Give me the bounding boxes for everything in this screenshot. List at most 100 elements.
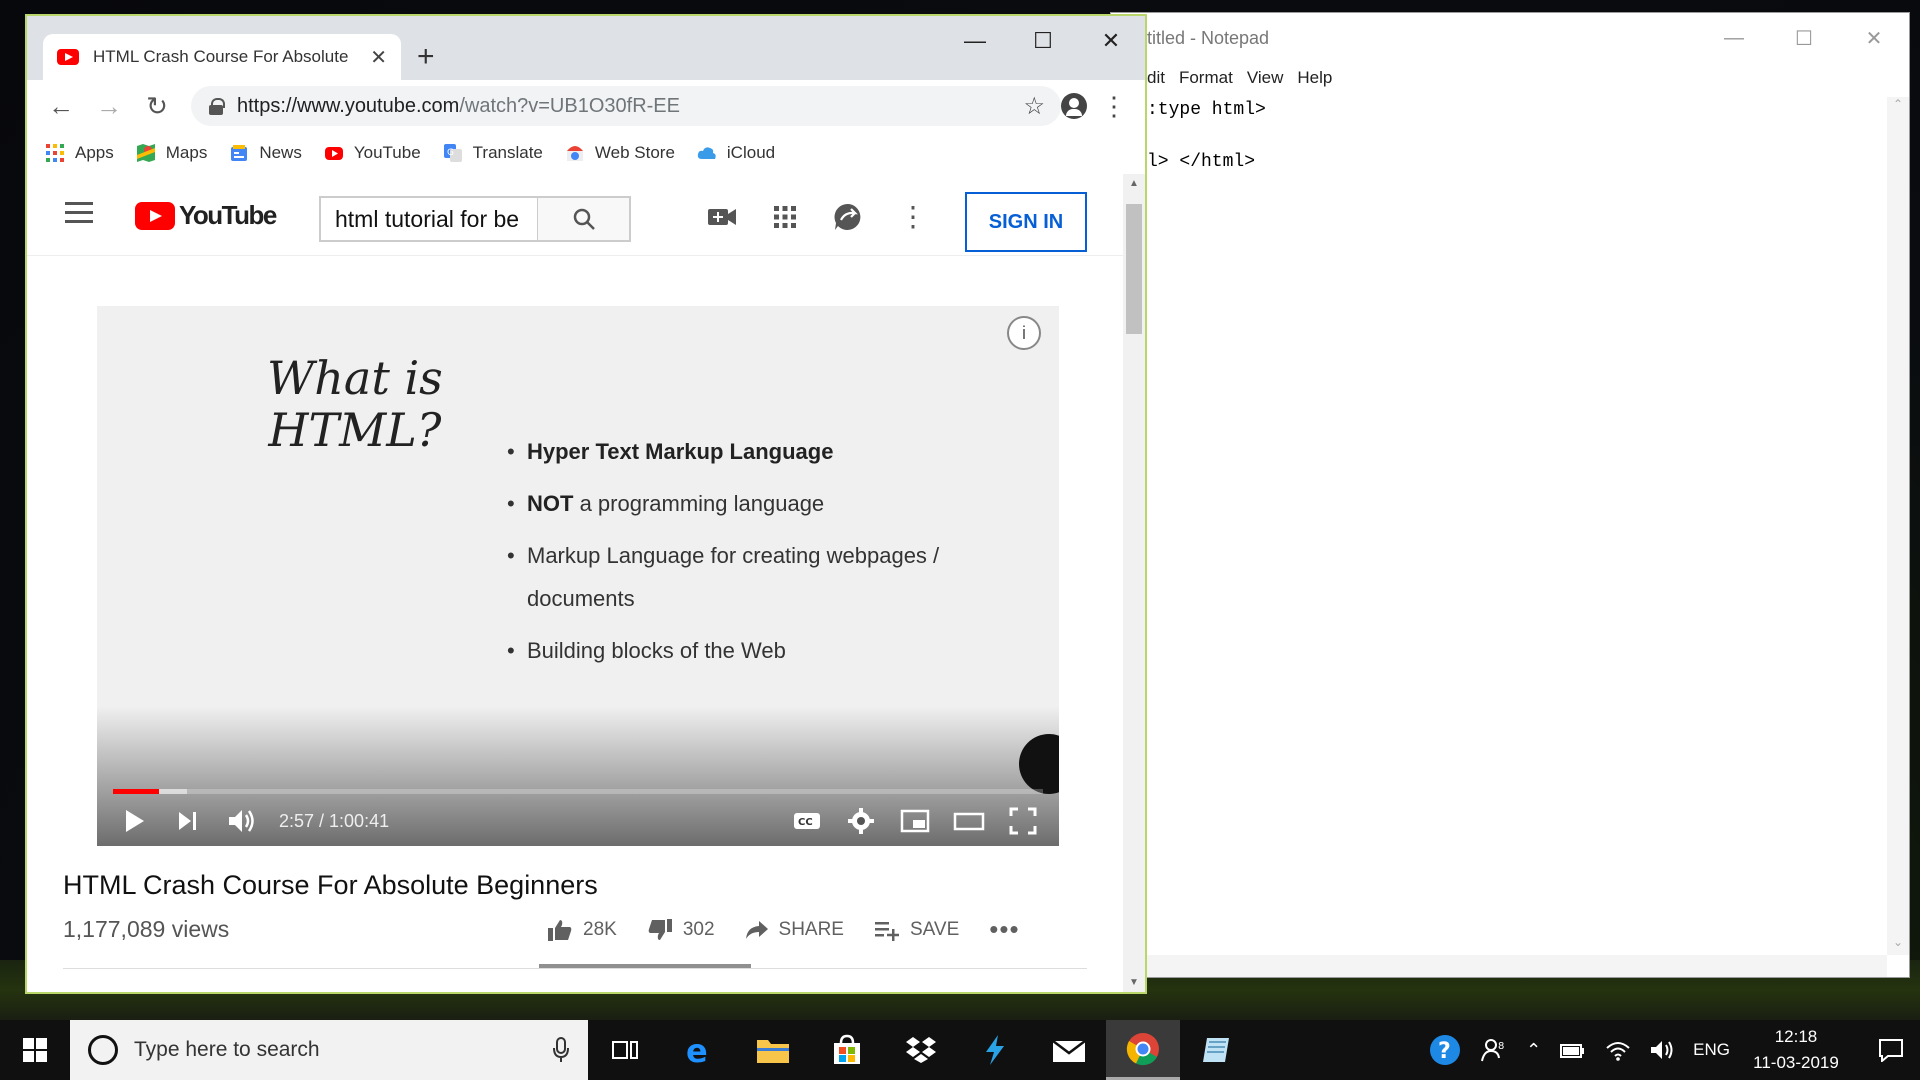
lightning-app-icon bbox=[986, 1035, 1004, 1065]
bookmark-label: iCloud bbox=[726, 143, 776, 162]
bookmark-news[interactable]: News bbox=[229, 143, 302, 163]
notepad-vertical-scrollbar[interactable]: ⌃ ⌄ bbox=[1887, 97, 1909, 955]
taskbar-store[interactable] bbox=[810, 1020, 884, 1080]
save-button[interactable]: SAVE bbox=[874, 919, 959, 941]
time-display: 2:57 / 1:00:41 bbox=[279, 810, 390, 831]
taskbar-dropbox[interactable] bbox=[884, 1020, 958, 1080]
taskbar-notepad[interactable] bbox=[1180, 1020, 1254, 1080]
taskbar-file-explorer[interactable] bbox=[736, 1020, 810, 1080]
back-arrow-icon[interactable]: ← bbox=[37, 86, 85, 126]
divider bbox=[63, 968, 1087, 969]
apps-grid-icon[interactable] bbox=[773, 205, 797, 229]
close-button[interactable]: ✕ bbox=[1077, 16, 1145, 66]
scroll-down-icon[interactable]: ▼ bbox=[1123, 977, 1145, 988]
miniplayer-icon[interactable] bbox=[899, 805, 931, 837]
bookmark-youtube[interactable]: YouTube bbox=[324, 143, 421, 163]
theater-mode-icon[interactable] bbox=[953, 805, 985, 837]
reload-icon[interactable]: ↻ bbox=[133, 86, 181, 126]
progress-bar[interactable] bbox=[113, 789, 1043, 794]
fullscreen-icon[interactable] bbox=[1007, 805, 1039, 837]
share-button[interactable]: SHARE bbox=[745, 919, 844, 941]
minimize-button[interactable]: — bbox=[1699, 13, 1769, 63]
taskbar-search-placeholder: Type here to search bbox=[134, 1038, 320, 1061]
bookmark-icloud[interactable]: iCloud bbox=[697, 143, 775, 163]
guide-menu-icon[interactable] bbox=[65, 202, 93, 224]
scrollbar-thumb[interactable] bbox=[1126, 204, 1142, 334]
scroll-up-icon[interactable]: ▲ bbox=[1123, 178, 1145, 189]
more-actions-icon[interactable]: ••• bbox=[989, 914, 1019, 945]
task-view-button[interactable] bbox=[588, 1020, 662, 1080]
browser-tab[interactable]: HTML Crash Course For Absolute ✕ bbox=[43, 34, 401, 80]
forward-arrow-icon[interactable]: → bbox=[85, 86, 133, 126]
profile-avatar-icon[interactable] bbox=[1061, 93, 1087, 119]
dislike-button[interactable]: 302 bbox=[647, 918, 715, 942]
help-icon[interactable]: ? bbox=[1428, 1033, 1462, 1067]
bookmark-label: News bbox=[259, 143, 302, 162]
notepad-window[interactable]: titled - Notepad — ☐ ✕ dit Format View H… bbox=[1110, 12, 1910, 978]
input-language[interactable]: ENG bbox=[1693, 1040, 1730, 1060]
volume-speaker-icon[interactable] bbox=[1649, 1038, 1675, 1062]
video-player[interactable]: What is HTML? Hyper Text Markup Language… bbox=[97, 306, 1059, 846]
search-button[interactable] bbox=[537, 198, 629, 240]
maximize-button[interactable]: ☐ bbox=[1769, 13, 1839, 63]
info-card-icon[interactable]: i bbox=[1007, 316, 1041, 350]
battery-icon[interactable] bbox=[1559, 1039, 1587, 1061]
taskbar-mail[interactable] bbox=[1032, 1020, 1106, 1080]
volume-icon[interactable] bbox=[225, 805, 257, 837]
minimize-button[interactable]: — bbox=[941, 16, 1009, 66]
address-bar[interactable]: https://www.youtube.com/watch?v=UB1O30fR… bbox=[191, 86, 1061, 126]
menu-format[interactable]: Format bbox=[1179, 68, 1233, 88]
lock-icon[interactable] bbox=[209, 98, 225, 115]
start-button[interactable] bbox=[0, 1020, 70, 1080]
bookmark-translate[interactable]: G Translate bbox=[443, 143, 543, 163]
play-icon[interactable] bbox=[117, 805, 149, 837]
settings-gear-icon[interactable] bbox=[845, 805, 877, 837]
bookmark-maps[interactable]: Maps bbox=[136, 143, 207, 163]
scroll-up-icon[interactable]: ⌃ bbox=[1887, 97, 1909, 117]
captions-icon[interactable]: CC bbox=[791, 805, 823, 837]
youtube-header: YouTube html tutorial for be ⋮ SIGN IN bbox=[27, 174, 1123, 256]
show-hidden-icons-chevron-icon[interactable]: ⌃ bbox=[1526, 1040, 1541, 1061]
chrome-menu-icon[interactable]: ⋮ bbox=[1101, 93, 1127, 119]
folder-icon bbox=[757, 1040, 789, 1063]
edge-browser-icon: e bbox=[686, 1034, 708, 1066]
messages-icon[interactable] bbox=[833, 202, 863, 232]
taskbar-visual-studio-code[interactable] bbox=[958, 1020, 1032, 1080]
bookmark-apps[interactable]: Apps bbox=[45, 143, 114, 163]
taskbar-chrome[interactable] bbox=[1106, 1020, 1180, 1080]
menu-edit[interactable]: dit bbox=[1147, 68, 1165, 88]
wifi-icon[interactable] bbox=[1605, 1038, 1631, 1062]
notepad-text-area[interactable]: :type html> l> </html> bbox=[1147, 97, 1869, 937]
bookmark-star-icon[interactable]: ☆ bbox=[1023, 92, 1045, 121]
bookmark-label: Apps bbox=[75, 143, 114, 162]
tab-title: HTML Crash Course For Absolute bbox=[93, 47, 349, 66]
tab-close-icon[interactable]: ✕ bbox=[370, 45, 387, 70]
scroll-down-icon[interactable]: ⌄ bbox=[1887, 935, 1909, 955]
page-scrollbar[interactable]: ▲ ▼ bbox=[1123, 174, 1145, 992]
notepad-horizontal-scrollbar[interactable] bbox=[1111, 955, 1887, 977]
close-button[interactable]: ✕ bbox=[1839, 13, 1909, 63]
menu-view[interactable]: View bbox=[1247, 68, 1284, 88]
maximize-button[interactable]: ☐ bbox=[1009, 16, 1077, 66]
bookmark-label: Translate bbox=[472, 143, 543, 162]
youtube-favicon-icon bbox=[57, 49, 79, 65]
bookmark-web-store[interactable]: Web Store bbox=[565, 143, 675, 163]
menu-help[interactable]: Help bbox=[1297, 68, 1332, 88]
taskbar-edge[interactable]: e bbox=[662, 1020, 736, 1080]
search-input[interactable] bbox=[321, 198, 537, 240]
new-tab-button[interactable]: + bbox=[417, 40, 435, 74]
taskbar-search-box[interactable]: Type here to search bbox=[70, 1020, 588, 1080]
action-center-button[interactable] bbox=[1862, 1020, 1920, 1080]
next-icon[interactable] bbox=[171, 805, 203, 837]
settings-more-icon[interactable]: ⋮ bbox=[899, 203, 927, 231]
microphone-icon[interactable] bbox=[552, 1037, 570, 1063]
video-actions: 28K 302 SHARE SAVE ••• bbox=[547, 914, 1020, 945]
people-icon[interactable]: 8 bbox=[1480, 1036, 1508, 1064]
chrome-window-controls: — ☐ ✕ bbox=[941, 16, 1145, 66]
system-clock[interactable]: 12:18 11-03-2019 bbox=[1748, 1024, 1844, 1076]
sign-in-button[interactable]: SIGN IN bbox=[965, 192, 1087, 252]
youtube-logo[interactable]: YouTube bbox=[135, 200, 277, 231]
translate-icon: G bbox=[443, 144, 462, 162]
like-button[interactable]: 28K bbox=[547, 918, 617, 942]
create-video-icon[interactable] bbox=[707, 206, 737, 228]
